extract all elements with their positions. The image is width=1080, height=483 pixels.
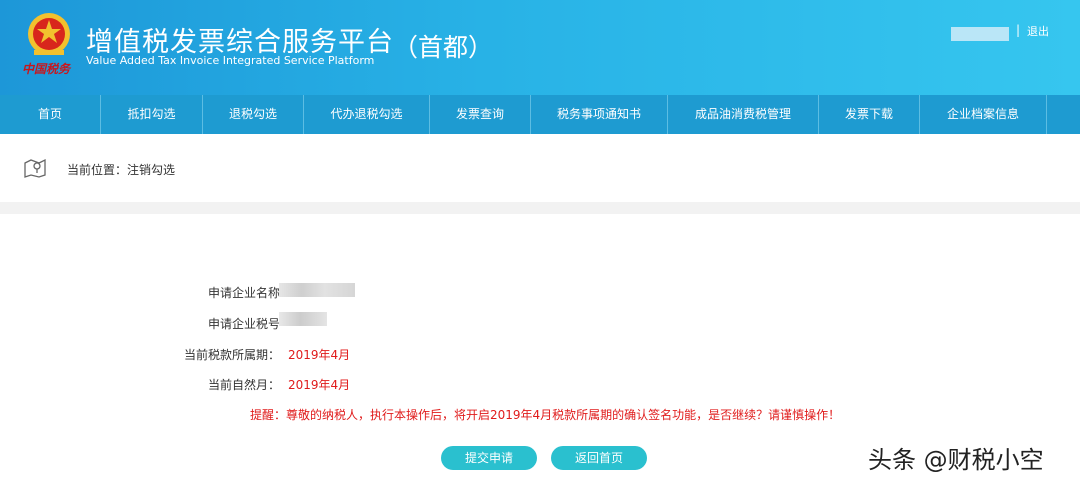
logout-link[interactable]: 退出	[1027, 23, 1049, 39]
breadcrumb-label: 当前位置：注销勾选	[67, 163, 176, 177]
warning-message: 提醒：尊敬的纳税人，执行本操作后，将开启2019年4月税款所属期的确认签名功能，…	[250, 408, 841, 422]
region-label: （首都）	[393, 33, 494, 62]
nav-item-invoice-query[interactable]: 发票查询	[430, 95, 531, 134]
nav-item-oil-tax[interactable]: 成品油消费税管理	[668, 95, 819, 134]
natural-month-value: 2019年4月	[288, 378, 351, 392]
nav-item-invoice-download[interactable]: 发票下载	[819, 95, 920, 134]
breadcrumb: 当前位置：注销勾选	[0, 134, 1080, 202]
company-tax-id-label: 申请企业税号	[207, 317, 280, 331]
main-nav: 首页 抵扣勾选 退税勾选 代办退税勾选 发票查询 税务事项通知书 成品油消费税管…	[0, 95, 1080, 134]
user-name-redacted	[951, 27, 1009, 41]
nav-item-refund-select[interactable]: 退税勾选	[203, 95, 304, 134]
company-name-label: 申请企业名称	[207, 286, 280, 300]
header-banner: 中国税务 增值税发票综合服务平台 Value Added Tax Invoice…	[0, 0, 1080, 95]
tax-period-value: 2019年4月	[288, 348, 351, 362]
natural-month-label: 当前自然月：	[207, 378, 280, 392]
watermark: 头条 @财税小空	[868, 446, 1044, 474]
tax-period-label: 当前税款所属期：	[183, 348, 280, 362]
nav-item-home[interactable]: 首页	[0, 95, 101, 134]
header-separator: |	[1016, 23, 1021, 37]
platform-subtitle: Value Added Tax Invoice Integrated Servi…	[86, 54, 375, 67]
nav-item-tax-notice[interactable]: 税务事项通知书	[531, 95, 668, 134]
map-location-icon	[24, 158, 46, 178]
submit-application-button[interactable]: 提交申请	[441, 446, 537, 470]
company-name-redacted	[279, 283, 355, 297]
section-divider	[0, 202, 1080, 214]
emblem-caption: 中国税务	[22, 62, 71, 76]
company-tax-id-redacted	[279, 312, 327, 326]
nav-item-company-profile[interactable]: 企业档案信息	[920, 95, 1047, 134]
back-home-button[interactable]: 返回首页	[551, 446, 647, 470]
nav-item-agent-refund-select[interactable]: 代办退税勾选	[304, 95, 430, 134]
tax-emblem-icon	[28, 13, 70, 55]
nav-item-deduction-select[interactable]: 抵扣勾选	[101, 95, 203, 134]
